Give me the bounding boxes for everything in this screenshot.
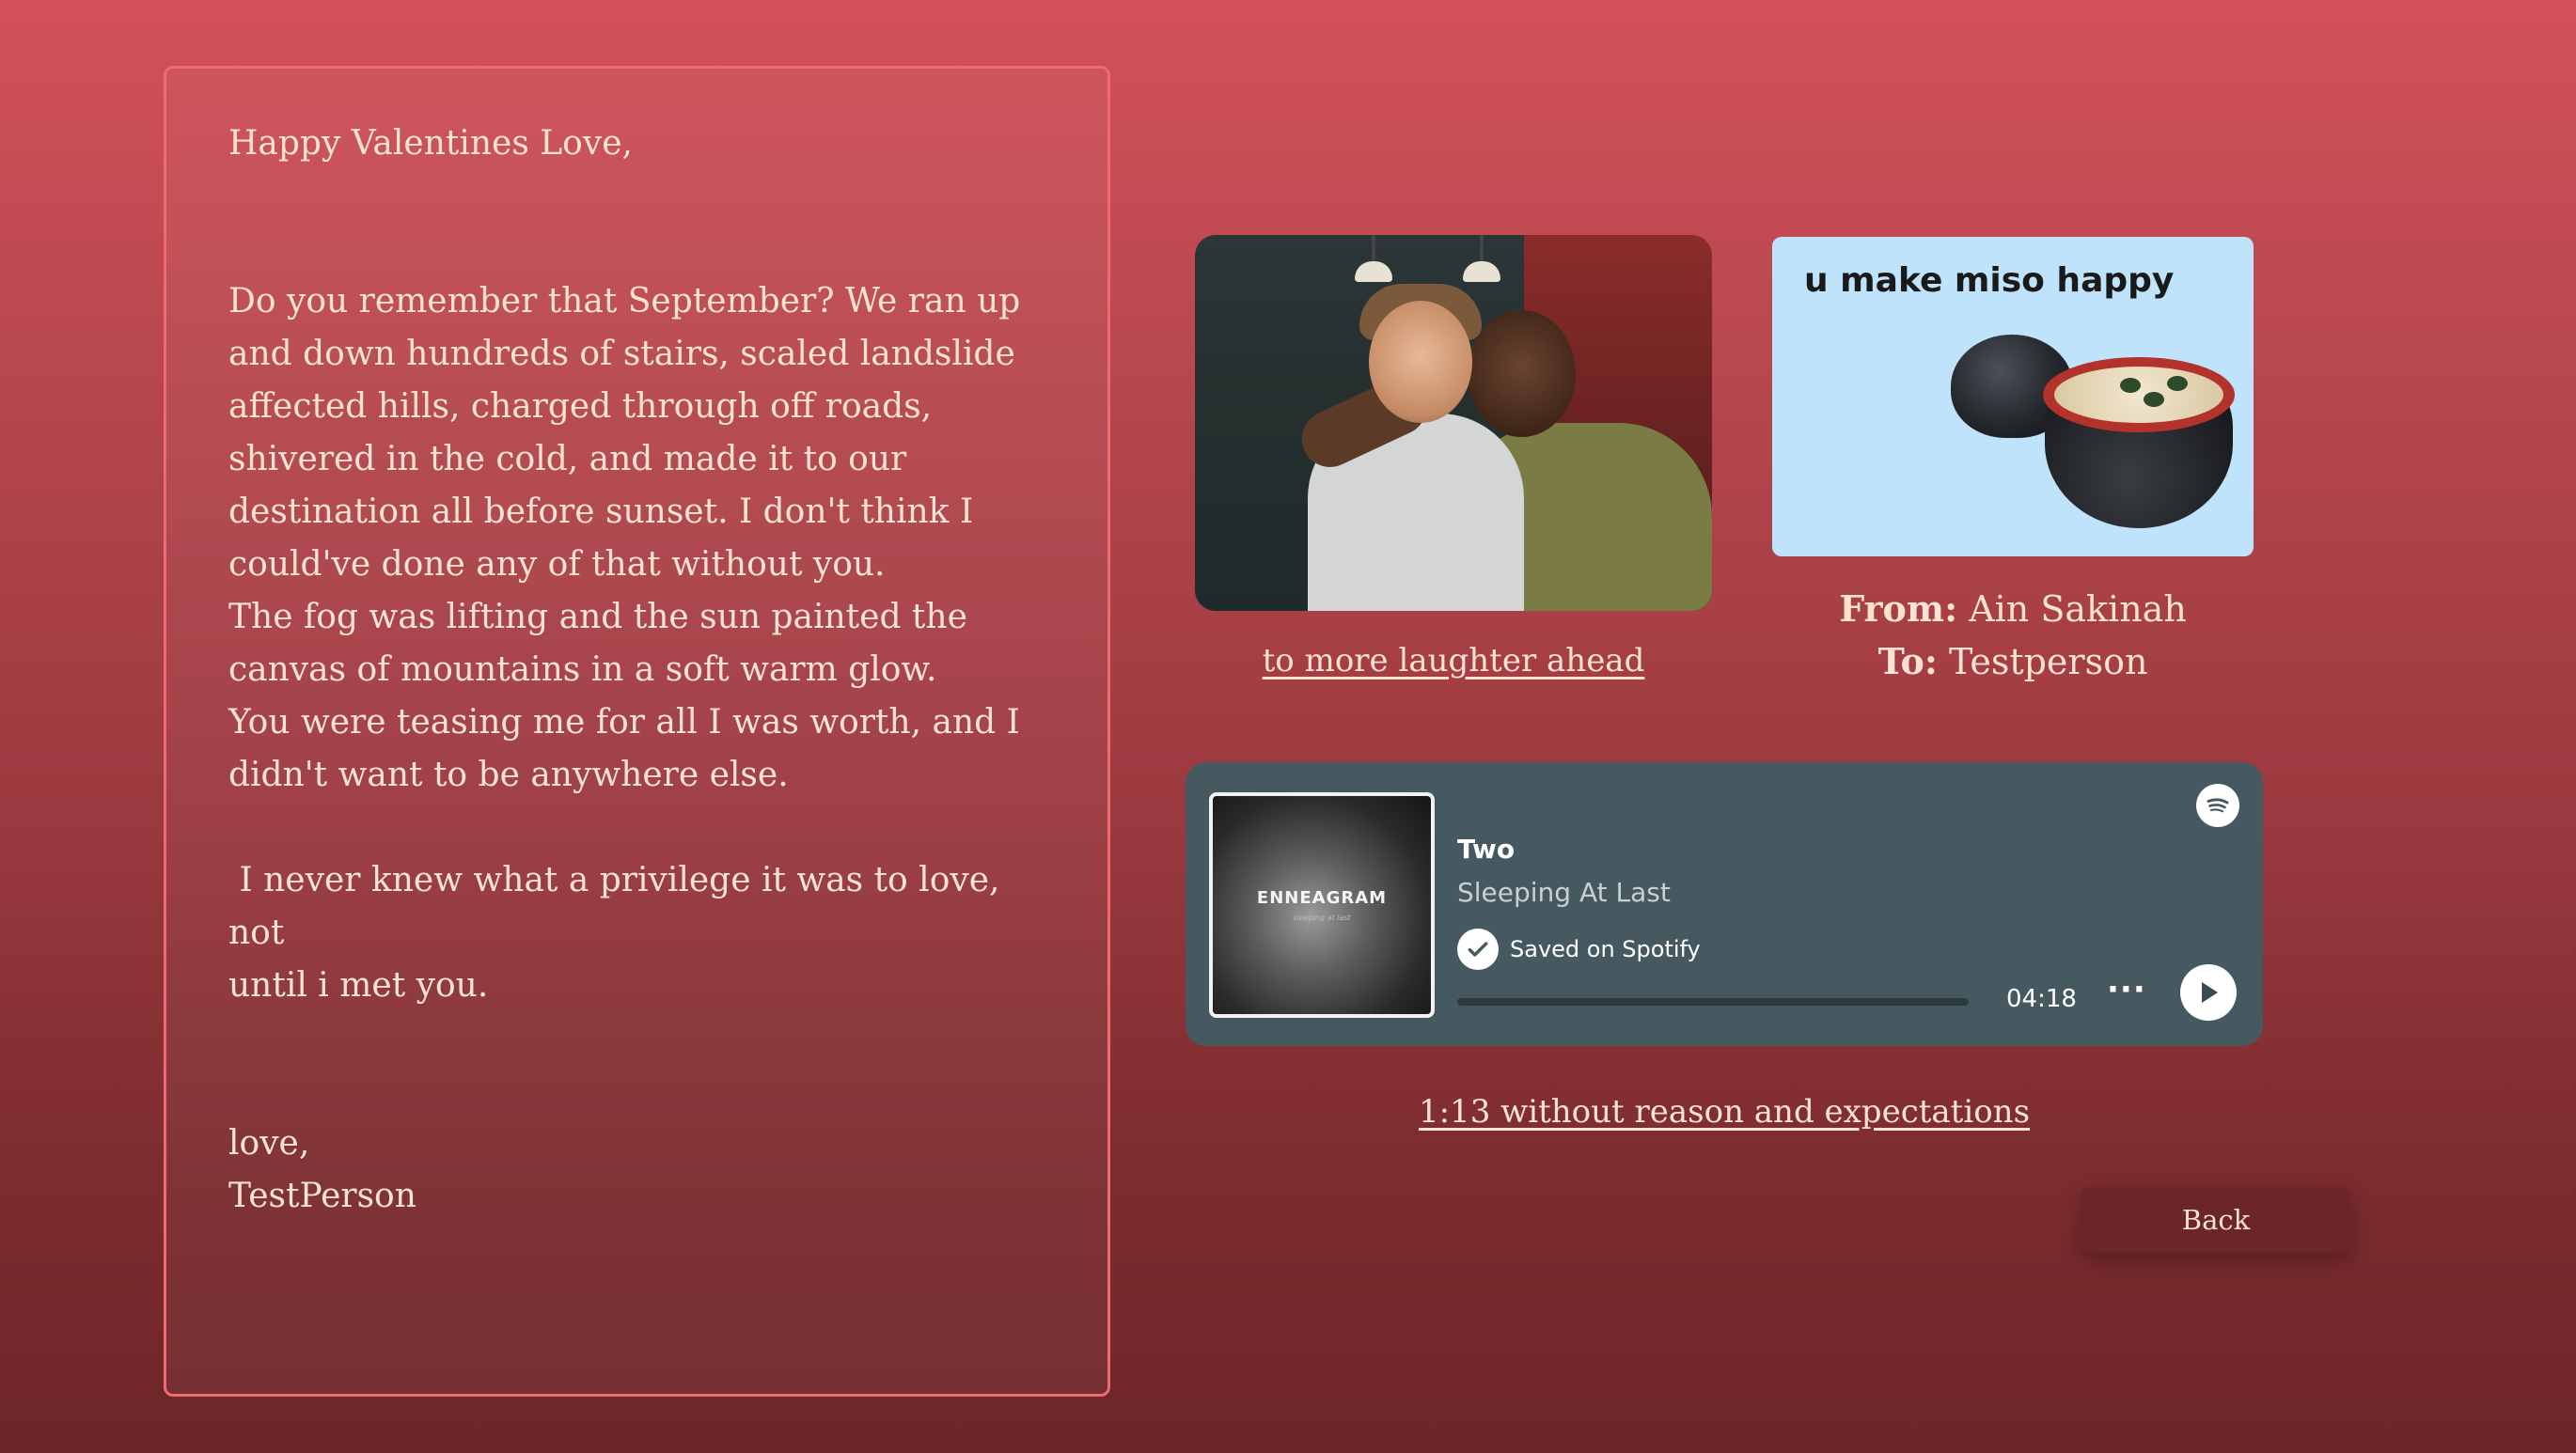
from-value: Ain Sakinah: [1957, 588, 2187, 630]
to-value: Testperson: [1937, 641, 2148, 682]
spotify-logo-icon[interactable]: [2196, 784, 2239, 827]
progress-bar[interactable]: [1457, 998, 1969, 1006]
letter-signoff: love,: [228, 1124, 310, 1163]
play-icon: [2202, 982, 2218, 1003]
album-cover-subtitle: sleeping at last: [1293, 914, 1351, 922]
letter-greeting: Happy Valentines Love,: [228, 124, 633, 163]
track-duration: 04:18: [2006, 985, 2077, 1013]
back-button[interactable]: Back: [2081, 1187, 2350, 1253]
check-icon[interactable]: [1457, 929, 1499, 970]
more-options-icon[interactable]: ···: [2107, 971, 2146, 1008]
letter-paragraph-1: Do you remember that September? We ran u…: [228, 282, 1021, 794]
couple-photo: [1195, 235, 1712, 611]
track-title[interactable]: Two: [1457, 834, 1515, 865]
to-line: To: Testperson: [1772, 635, 2254, 688]
play-button[interactable]: [2180, 964, 2237, 1021]
miso-card-text: u make miso happy: [1804, 261, 2175, 300]
from-label: From:: [1839, 587, 1958, 630]
to-label: To:: [1877, 640, 1938, 682]
album-cover[interactable]: ENNEAGRAM sleeping at last: [1209, 792, 1435, 1018]
letter-card: Happy Valentines Love, Do you remember t…: [164, 66, 1110, 1397]
photo-caption-link[interactable]: to more laughter ahead: [1195, 642, 1712, 680]
letter-signature: TestPerson: [228, 1177, 416, 1215]
from-to-block: From: Ain Sakinah To: Testperson: [1772, 583, 2254, 688]
letter-paragraph-2: I never knew what a privilege it was to …: [228, 861, 1000, 1005]
spotify-player: ENNEAGRAM sleeping at last Two Sleeping …: [1186, 762, 2263, 1046]
track-artist[interactable]: Sleeping At Last: [1457, 877, 1671, 908]
saved-label: Saved on Spotify: [1510, 936, 1701, 962]
album-cover-title: ENNEAGRAM: [1256, 888, 1388, 908]
quote-link[interactable]: 1:13 without reason and expectations: [1186, 1093, 2263, 1131]
saved-on-spotify[interactable]: Saved on Spotify: [1457, 929, 1701, 970]
miso-card-image: u make miso happy: [1772, 237, 2254, 556]
from-line: From: Ain Sakinah: [1772, 583, 2254, 635]
